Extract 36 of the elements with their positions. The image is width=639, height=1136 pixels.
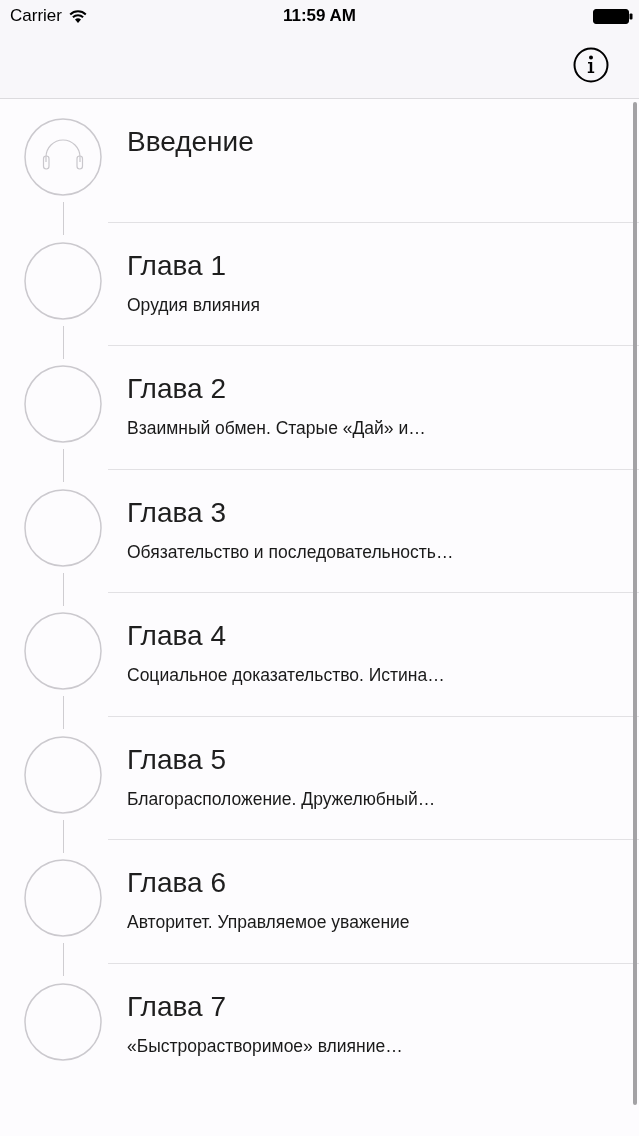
connector-line [62,449,64,482]
connector-line [62,572,64,606]
chapter-subtitle: Обязательство и последовательность… [127,540,454,563]
chapter-title[interactable]: Глава 3 [127,496,226,529]
battery-icon [593,8,633,24]
status-time: 11:59 AM [282,6,357,26]
ring-icon[interactable] [24,859,102,937]
chapter-title[interactable]: Глава 5 [127,743,226,776]
chapter-title[interactable]: Глава 2 [127,373,226,405]
connector-line [62,202,64,235]
chapter-subtitle: Орудия влияния [127,293,260,316]
headphones-icon[interactable] [24,118,102,196]
ring-icon[interactable] [24,241,102,320]
info-button[interactable] [573,47,609,83]
chapter-subtitle: Благорасположение. Дружелюбный… [127,787,436,810]
chapter-subtitle: Авторитет. Управляемое уважение [127,911,410,933]
ring-icon[interactable] [24,612,102,690]
wifi-icon [68,9,87,23]
connector-line [62,696,64,729]
chapter-title[interactable]: Глава 1 [127,249,226,282]
chapter-subtitle: «Быстрорастворимое» влияние… [127,1034,403,1057]
ring-icon[interactable] [24,735,102,814]
connector-line [62,325,64,359]
chapter-title[interactable]: Глава 7 [127,990,226,1023]
connector-line [62,819,64,853]
info-icon [573,47,609,83]
chapter-subtitle: Взаимный обмен. Старые «Дай» и… [127,417,426,439]
connector-line [62,943,64,976]
chapter-title[interactable]: Введение [127,126,254,158]
ring-icon[interactable] [24,982,102,1061]
carrier-name: Carrier [10,6,62,26]
ring-icon[interactable] [24,365,102,443]
ring-icon[interactable] [24,488,102,567]
chapter-subtitle: Социальное доказательство. Истина… [127,664,445,686]
chapter-title[interactable]: Глава 4 [127,620,226,652]
chapter-title[interactable]: Глава 6 [127,867,226,899]
